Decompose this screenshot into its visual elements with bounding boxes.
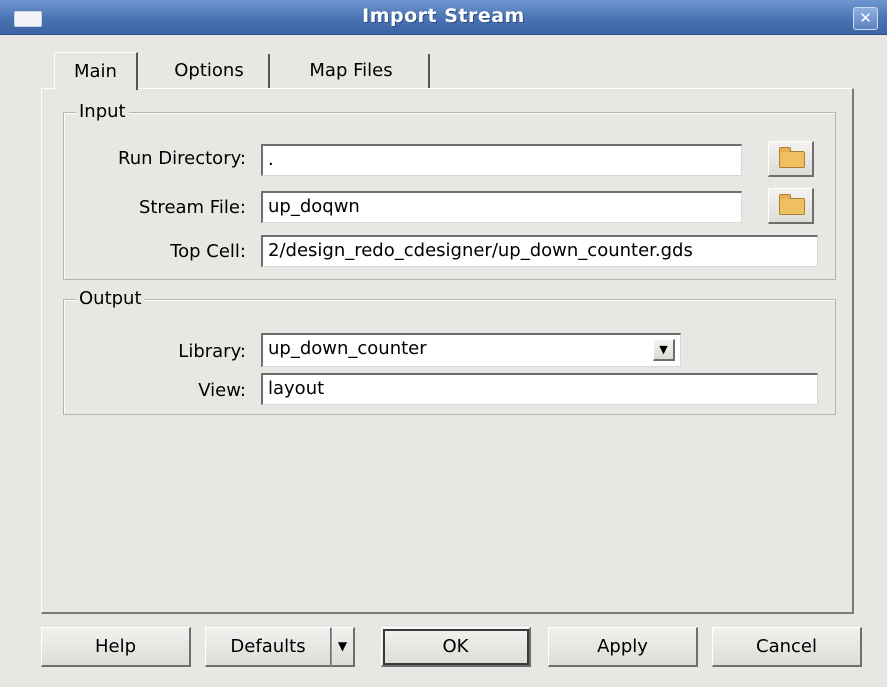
top-cell-input[interactable]: 2/design_redo_cdesigner/up_down_counter.… [261, 235, 818, 267]
tab-main[interactable]: Main [54, 52, 138, 90]
help-button[interactable]: Help [41, 627, 191, 667]
cancel-button[interactable]: Cancel [712, 627, 862, 667]
run-directory-input[interactable]: . [261, 144, 742, 176]
tab-options[interactable]: Options [150, 54, 270, 88]
folder-icon [779, 147, 805, 168]
stream-file-input[interactable]: up_doqwn [261, 191, 742, 223]
run-directory-browse-button[interactable] [768, 141, 814, 177]
view-label: View: [198, 380, 246, 401]
run-directory-label: Run Directory: [118, 148, 246, 169]
library-dropdown-arrow-icon[interactable]: ▼ [653, 339, 675, 361]
library-label: Library: [178, 341, 246, 362]
stream-file-label: Stream File: [138, 197, 246, 218]
import-stream-dialog: Import Stream ✕ Main Options Map Files I… [0, 0, 887, 687]
stream-file-browse-button[interactable] [768, 188, 814, 224]
close-button[interactable]: ✕ [853, 7, 878, 30]
ok-button[interactable]: OK [381, 627, 531, 667]
title-bar[interactable]: Import Stream ✕ [0, 0, 887, 35]
output-group-title: Output [76, 288, 145, 309]
defaults-dropdown-arrow-icon[interactable]: ▼ [331, 627, 355, 667]
top-cell-label: Top Cell: [170, 241, 246, 262]
input-group-title: Input [76, 101, 129, 122]
apply-button[interactable]: Apply [548, 627, 698, 667]
defaults-button[interactable]: Defaults [205, 627, 332, 667]
tab-map-files[interactable]: Map Files [274, 54, 430, 88]
folder-icon [779, 194, 805, 215]
library-combobox[interactable]: up_down_counter [261, 333, 681, 367]
window-title: Import Stream [362, 5, 525, 27]
view-input[interactable]: layout [261, 373, 818, 405]
